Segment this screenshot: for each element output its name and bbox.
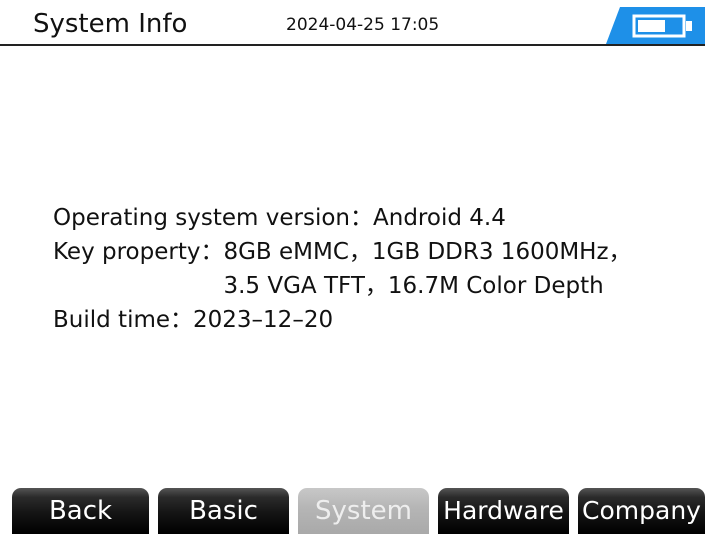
build-time-row: Build time ： 2023–12–20: [53, 303, 632, 337]
key-property-value-line2: 3.5 VGA TFT，16.7M Color Depth: [223, 273, 604, 299]
tab-basic[interactable]: Basic: [158, 488, 289, 534]
tab-company[interactable]: Company: [578, 488, 705, 534]
build-time-value: 2023–12–20: [193, 307, 334, 333]
build-time-label: Build time: [53, 307, 171, 333]
key-property-row: Key property ： 8GB eMMC，1GB DDR3 1600MHz…: [53, 235, 632, 303]
key-property-values: 8GB eMMC，1GB DDR3 1600MHz， 3.5 VGA TFT，1…: [223, 235, 631, 303]
key-property-label: Key property: [53, 239, 201, 265]
header-divider: [0, 44, 705, 46]
os-version-row: Operating system version ： Android 4.4: [53, 201, 632, 235]
separator: ：: [170, 307, 194, 333]
os-version-label: Operating system version: [53, 205, 351, 231]
battery-level-fill: [638, 20, 665, 32]
os-version-value: Android 4.4: [373, 205, 506, 231]
tab-hardware[interactable]: Hardware: [438, 488, 569, 534]
battery-icon: [606, 7, 705, 44]
header-bar: System Info 2024-04-25 17:05: [0, 0, 705, 46]
system-info-panel: Operating system version ： Android 4.4 K…: [53, 201, 632, 337]
datetime-label: 2024-04-25 17:05: [286, 15, 440, 35]
system-info-screen: System Info 2024-04-25 17:05 Operating s…: [0, 0, 705, 534]
page-title: System Info: [33, 9, 188, 39]
back-button[interactable]: Back: [12, 488, 149, 534]
separator: ：: [350, 205, 374, 231]
separator: ：: [200, 239, 224, 265]
key-property-value-line1: 8GB eMMC，1GB DDR3 1600MHz，: [223, 239, 632, 265]
tab-system[interactable]: System: [298, 488, 429, 534]
